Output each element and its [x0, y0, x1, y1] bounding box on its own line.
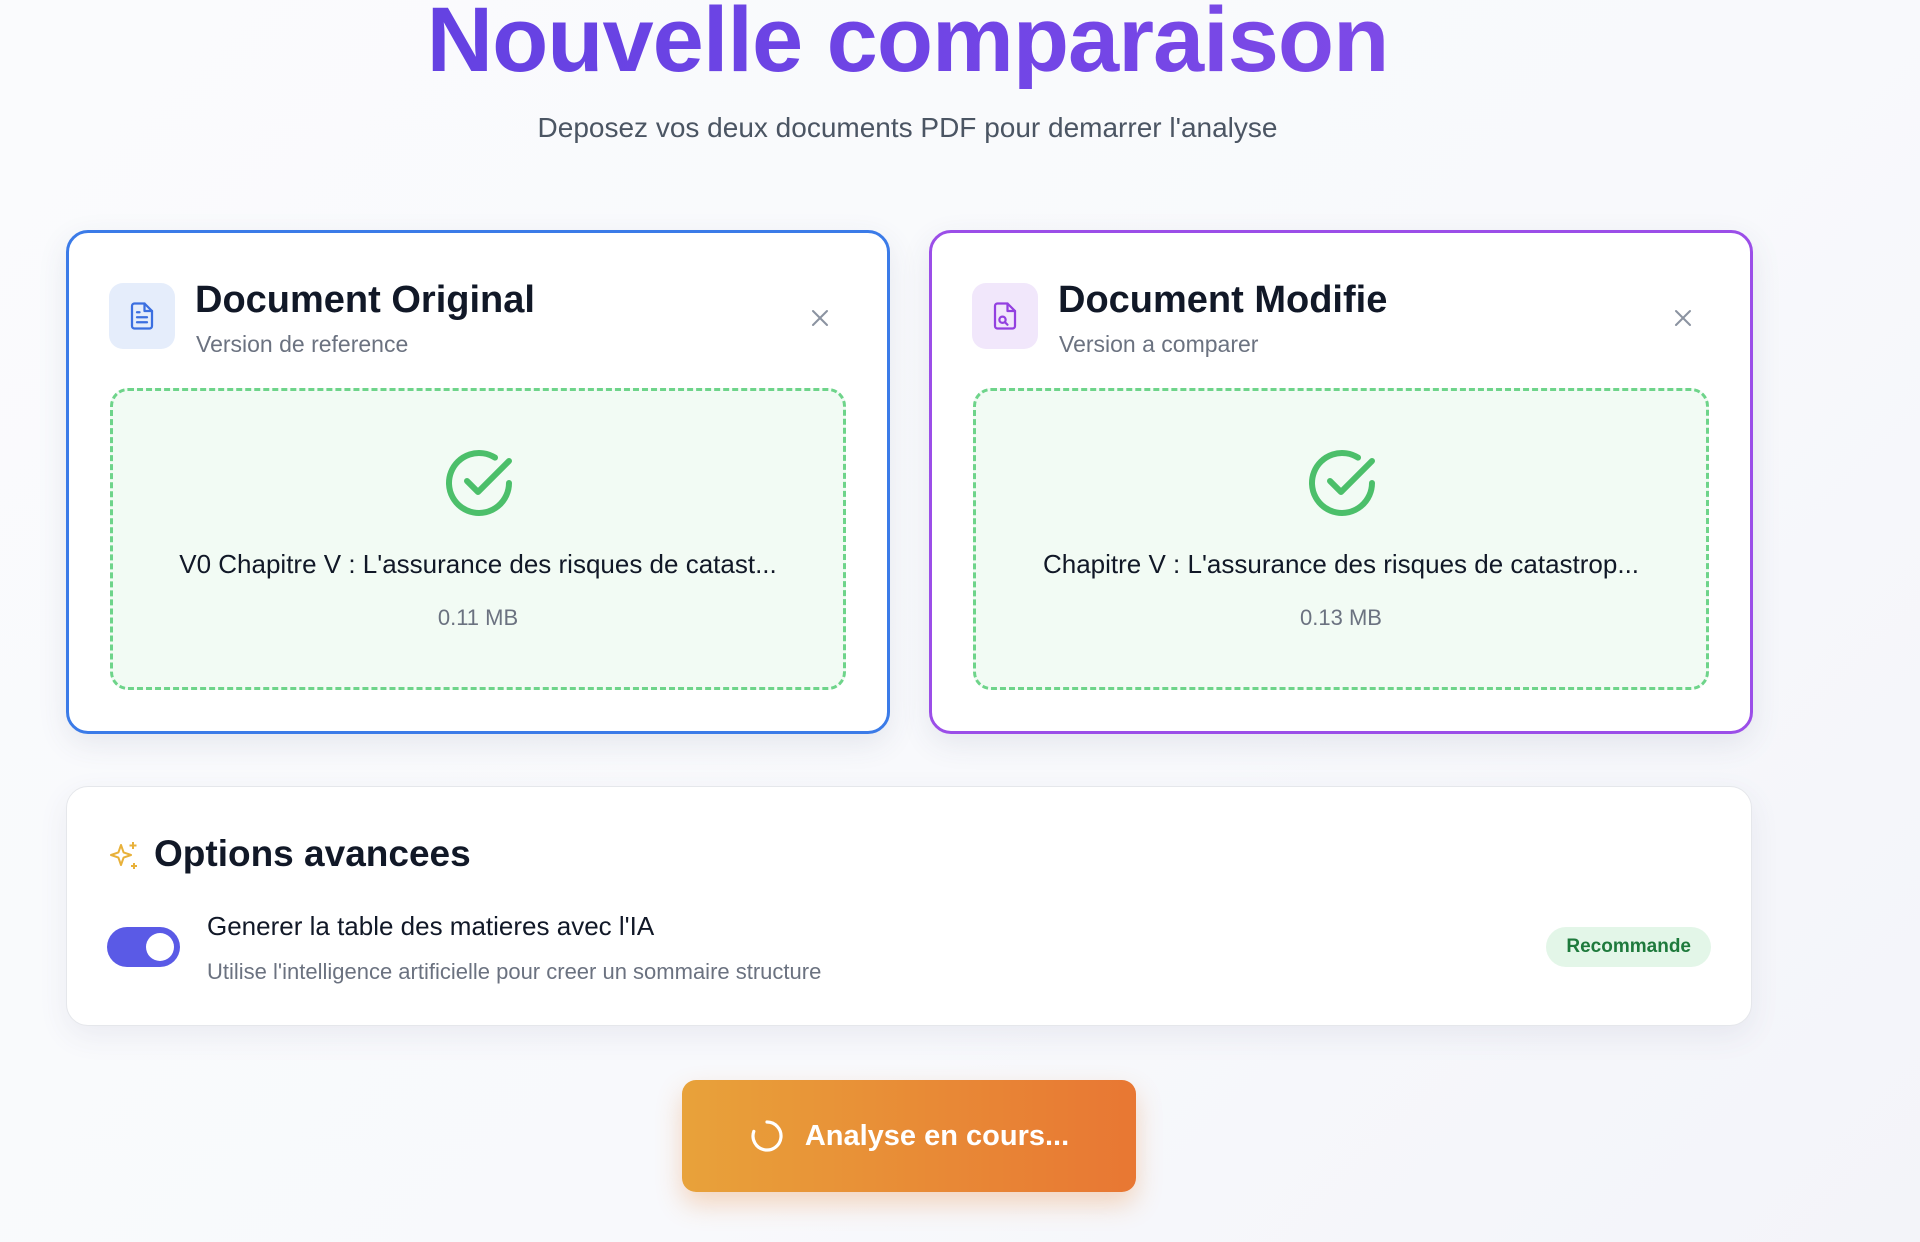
recommended-badge: Recommande — [1546, 927, 1711, 967]
remove-modified-button[interactable] — [1668, 303, 1698, 333]
modified-document-card: Document Modifie Version a comparer Chap… — [929, 230, 1753, 734]
check-circle-icon — [1309, 450, 1375, 516]
modified-dropzone[interactable]: Chapitre V : L'assurance des risques de … — [973, 388, 1709, 690]
original-file-size: 0.11 MB — [437, 605, 519, 630]
file-text-icon — [109, 283, 175, 349]
modified-card-title: Document Modifie — [1058, 279, 1388, 321]
page-subtitle: Deposez vos deux documents PDF pour dema… — [537, 112, 1278, 143]
options-title: Options avancees — [154, 833, 471, 874]
original-file-name: V0 Chapitre V : L'assurance des risques … — [179, 549, 777, 579]
close-icon — [812, 310, 828, 326]
original-card-title: Document Original — [195, 279, 535, 321]
new-comparison-page: Nouvelle comparaison Deposez vos deux do… — [0, 0, 1920, 1242]
toggle-knob — [146, 933, 174, 961]
ai-toc-label: Generer la table des matieres avec l'IA — [207, 911, 655, 941]
remove-original-button[interactable] — [805, 303, 835, 333]
analyze-button[interactable]: Analyse en cours... — [682, 1080, 1136, 1192]
original-dropzone[interactable]: V0 Chapitre V : L'assurance des risques … — [110, 388, 846, 690]
file-search-icon — [972, 283, 1038, 349]
analyze-button-label: Analyse en cours... — [804, 1119, 1070, 1152]
modified-file-size: 0.13 MB — [1300, 605, 1382, 630]
modified-file-name: Chapitre V : L'assurance des risques de … — [1042, 549, 1640, 579]
advanced-options-card: Options avancees Generer la table des ma… — [66, 786, 1752, 1026]
original-card-subtitle: Version de reference — [196, 331, 409, 357]
close-icon — [1675, 310, 1691, 326]
check-circle-icon — [446, 450, 512, 516]
page-title: Nouvelle comparaison — [0, 0, 1815, 89]
ai-toc-toggle[interactable] — [107, 927, 180, 967]
ai-toc-description: Utilise l'intelligence artificielle pour… — [207, 959, 822, 984]
spinner-icon — [751, 1120, 783, 1152]
original-document-card: Document Original Version de reference V… — [66, 230, 890, 734]
modified-card-subtitle: Version a comparer — [1059, 331, 1259, 357]
sparkles-icon — [110, 842, 137, 869]
